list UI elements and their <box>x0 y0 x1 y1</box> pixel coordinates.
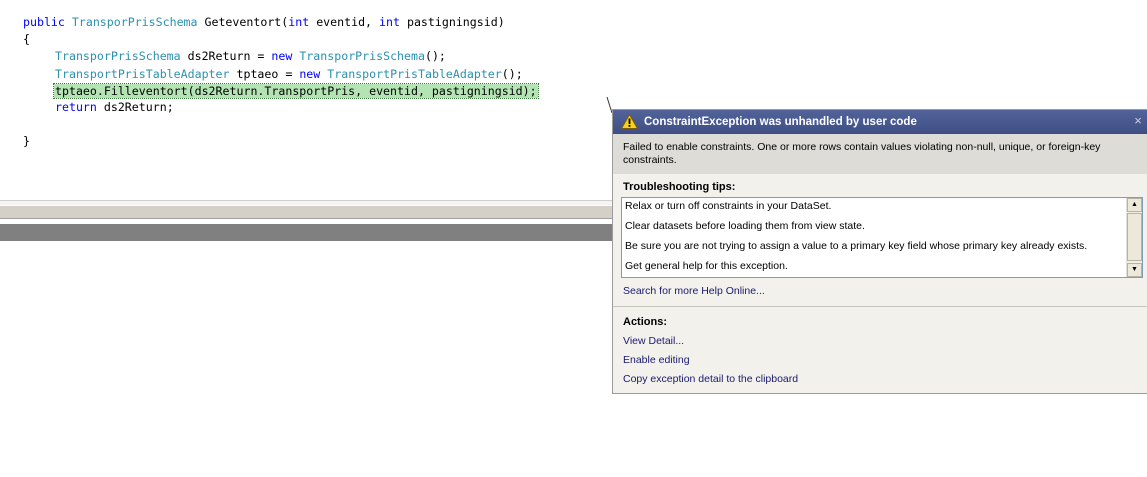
keyword-return: return <box>55 100 97 114</box>
enable-editing-link[interactable]: Enable editing <box>623 353 690 367</box>
tip-link[interactable]: Get general help for this exception. <box>625 258 788 274</box>
code-text: (); <box>501 67 523 81</box>
keyword-int: int <box>288 15 310 29</box>
code-line-schema-declaration[interactable]: TransporPrisSchema ds2Return = new Trans… <box>55 48 446 64</box>
close-icon[interactable]: × <box>1131 113 1145 129</box>
code-text: (); <box>424 49 446 63</box>
scrollbar-thumb[interactable] <box>1127 213 1142 261</box>
code-text: tptaeo = <box>229 67 300 81</box>
troubleshooting-tips-heading: Troubleshooting tips: <box>623 181 736 193</box>
scroll-up-arrow-icon[interactable]: ▲ <box>1127 198 1142 212</box>
code-text: ds2Return = <box>180 49 272 63</box>
exception-message: Failed to enable constraints. One or mor… <box>623 141 1101 166</box>
type-name: TransportPrisTableAdapter <box>55 67 230 81</box>
troubleshooting-tips-list[interactable]: Relax or turn off constraints in your Da… <box>621 197 1143 278</box>
method-name: Geteventort( <box>197 15 289 29</box>
search-help-online-link[interactable]: Search for more Help Online... <box>623 284 765 298</box>
code-line-open-brace[interactable]: { <box>23 31 30 47</box>
code-line-method-signature[interactable]: public TransporPrisSchema Geteventort(in… <box>23 14 505 30</box>
exception-assistant-popup[interactable]: ConstraintException was unhandled by use… <box>612 109 1147 394</box>
exception-title: ConstraintException was unhandled by use… <box>644 116 917 128</box>
tip-link[interactable]: Clear datasets before loading them from … <box>625 218 865 234</box>
tips-scrollbar[interactable]: ▲ ▼ <box>1126 198 1142 277</box>
keyword-public: public <box>23 15 65 29</box>
param-name: eventid, <box>309 15 380 29</box>
exception-title-bar[interactable]: ConstraintException was unhandled by use… <box>613 110 1147 134</box>
type-name: TransporPrisSchema <box>299 49 425 63</box>
exception-message-box: Failed to enable constraints. One or mor… <box>613 134 1147 174</box>
keyword-new: new <box>299 67 321 81</box>
code-text: ds2Return; <box>96 100 174 114</box>
keyword-int: int <box>379 15 400 29</box>
type-name: TransportPrisTableAdapter <box>327 67 502 81</box>
actions-heading: Actions: <box>623 316 667 328</box>
copy-exception-detail-link[interactable]: Copy exception detail to the clipboard <box>623 372 798 386</box>
type-name: TransporPrisSchema <box>71 15 198 29</box>
code-line-exception-statement[interactable]: tptaeo.Filleventort(ds2Return.TransportP… <box>53 83 539 99</box>
code-line-close-brace[interactable]: } <box>23 133 30 149</box>
code-line-adapter-declaration[interactable]: TransportPrisTableAdapter tptaeo = new T… <box>55 66 523 82</box>
scroll-down-arrow-icon[interactable]: ▼ <box>1127 263 1142 277</box>
section-divider <box>613 306 1147 307</box>
param-name: pastigningsid) <box>399 15 505 29</box>
tip-link[interactable]: Relax or turn off constraints in your Da… <box>625 198 831 214</box>
view-detail-link[interactable]: View Detail... <box>623 334 684 348</box>
keyword-new: new <box>271 49 293 63</box>
current-statement-highlight[interactable]: tptaeo.Filleventort(ds2Return.TransportP… <box>53 83 539 99</box>
type-name: TransporPrisSchema <box>55 49 181 63</box>
warning-icon <box>621 114 638 129</box>
tip-link[interactable]: Be sure you are not trying to assign a v… <box>625 238 1087 254</box>
code-line-return[interactable]: return ds2Return; <box>55 99 174 115</box>
